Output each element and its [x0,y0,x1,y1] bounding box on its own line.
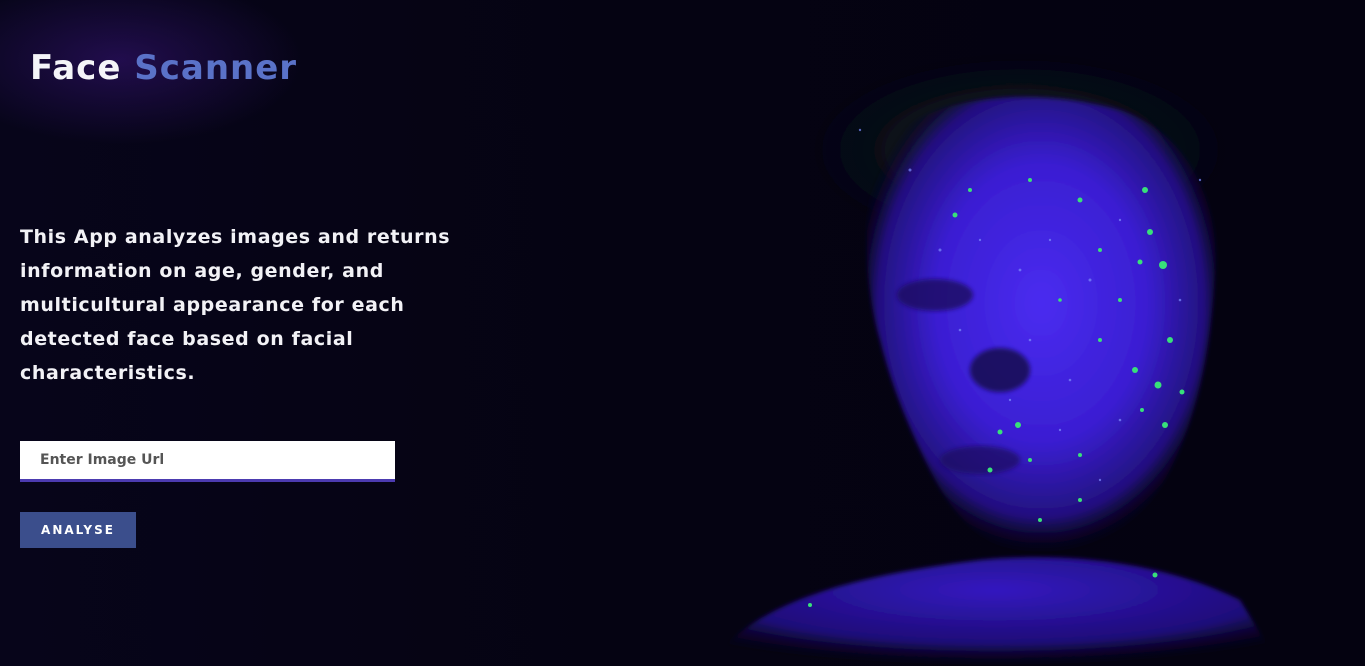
app-logo: Face Scanner [30,47,297,89]
logo-word-scanner: Scanner [134,48,298,88]
app-description: This App analyzes images and returns inf… [20,226,451,384]
uv-face-photo-icon [710,60,1280,666]
image-url-input[interactable] [20,441,395,482]
analyse-button[interactable]: ANALYSE [20,512,136,548]
page: Face Scanner This App analyzes images an… [0,0,1365,666]
logo-word-face: Face [30,48,122,88]
